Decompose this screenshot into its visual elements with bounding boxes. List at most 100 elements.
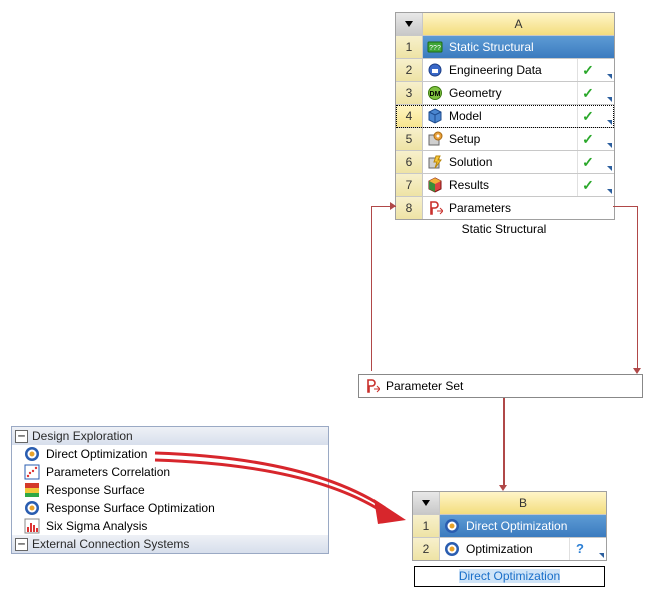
triangle-down-icon — [405, 21, 413, 27]
system-a-row-model[interactable]: 4 Model ✓ — [396, 105, 614, 128]
status-cell: ✓ — [577, 82, 598, 104]
toolbox-header-label: Design Exploration — [32, 429, 133, 443]
expand-cell[interactable] — [590, 538, 606, 560]
toolbox-item-label: Direct Optimization — [46, 447, 147, 461]
connector-line — [613, 206, 638, 207]
cell-optimization[interactable]: Optimization — [440, 538, 569, 560]
six-sigma-icon — [24, 518, 40, 534]
system-b-table: B 1 Direct Optimization 2 Optimization ? — [412, 491, 607, 561]
parameters-icon — [427, 200, 443, 216]
cell-label: Optimization — [466, 538, 533, 560]
setup-icon — [427, 131, 443, 147]
cell-solution[interactable]: Solution — [423, 151, 577, 173]
triangle-corner-icon — [599, 553, 604, 558]
status-cell: ? — [569, 538, 590, 560]
expand-cell[interactable] — [598, 174, 614, 196]
row-number: 6 — [396, 151, 423, 173]
status-cell: ✓ — [577, 105, 598, 127]
cell-geometry[interactable]: DM Geometry — [423, 82, 577, 104]
parameter-set-icon — [364, 378, 380, 394]
system-a-header-row: A — [396, 13, 614, 36]
system-b-header-row: B — [413, 492, 606, 515]
solution-icon — [427, 154, 443, 170]
cell-setup[interactable]: Setup — [423, 128, 577, 150]
toolbox-item-label: Six Sigma Analysis — [46, 519, 147, 533]
svg-text:???: ??? — [429, 45, 441, 52]
checkmark-icon: ✓ — [582, 82, 594, 104]
rename-input-text: Direct Optimization — [459, 569, 560, 583]
row-number: 4 — [396, 105, 423, 127]
drag-arrow-icon — [150, 448, 410, 528]
connector-line — [637, 206, 638, 371]
cell-engineering-data[interactable]: Engineering Data — [423, 59, 577, 81]
system-b-column-header: B — [440, 492, 606, 514]
row-number: 1 — [413, 515, 440, 537]
direct-optimization-icon — [24, 446, 40, 462]
system-a-row-results[interactable]: 7 Results ✓ — [396, 174, 614, 197]
checkmark-icon: ✓ — [582, 174, 594, 196]
checkmark-icon: ✓ — [582, 151, 594, 173]
geometry-icon: DM — [427, 85, 443, 101]
parameters-correlation-icon — [24, 464, 40, 480]
row-number: 2 — [396, 59, 423, 81]
status-cell: ✓ — [577, 59, 598, 81]
cell-results[interactable]: Results — [423, 174, 577, 196]
row-number: 8 — [396, 197, 423, 219]
arrow-right-icon — [390, 202, 396, 210]
status-cell: ✓ — [577, 174, 598, 196]
system-a-row-setup[interactable]: 5 Setup ✓ — [396, 128, 614, 151]
static-structural-icon: ??? — [427, 39, 443, 55]
expand-cell[interactable] — [598, 82, 614, 104]
connector-line — [371, 206, 372, 371]
toolbox-header-design-exploration[interactable]: − Design Exploration — [12, 427, 328, 445]
expand-cell[interactable] — [598, 59, 614, 81]
cell-label: Setup — [449, 128, 480, 150]
cell-static-structural[interactable]: ??? Static Structural — [423, 36, 614, 58]
triangle-down-icon — [422, 500, 430, 506]
response-surface-optimization-icon — [24, 500, 40, 516]
row-number: 3 — [396, 82, 423, 104]
results-icon — [427, 177, 443, 193]
cell-model[interactable]: Model — [423, 105, 577, 127]
system-a-row-geometry[interactable]: 3 DM Geometry ✓ — [396, 82, 614, 105]
svg-text:DM: DM — [430, 91, 441, 98]
system-b-row-optimization[interactable]: 2 Optimization ? — [413, 538, 606, 560]
system-a-header-handle[interactable] — [396, 13, 423, 35]
toolbox-header-external-connection[interactable]: − External Connection Systems — [12, 535, 328, 553]
expand-cell[interactable] — [598, 151, 614, 173]
system-b-row-direct-optimization[interactable]: 1 Direct Optimization — [413, 515, 606, 538]
triangle-corner-icon — [607, 74, 612, 79]
system-a-row-parameters[interactable]: 8 Parameters — [396, 197, 614, 219]
triangle-corner-icon — [607, 143, 612, 148]
status-cell: ✓ — [577, 128, 598, 150]
cell-direct-optimization[interactable]: Direct Optimization — [440, 515, 606, 537]
system-b-header-handle[interactable] — [413, 492, 440, 514]
response-surface-icon — [24, 482, 40, 498]
engineering-data-icon — [427, 62, 443, 78]
triangle-corner-icon — [607, 97, 612, 102]
toolbox-item-label: Response Surface — [46, 483, 145, 497]
checkmark-icon: ✓ — [582, 128, 594, 150]
expand-cell[interactable] — [598, 105, 614, 127]
system-a-row-solution[interactable]: 6 Solution ✓ — [396, 151, 614, 174]
collapse-button[interactable]: − — [15, 538, 28, 551]
system-a-row-engineering-data[interactable]: 2 Engineering Data ✓ — [396, 59, 614, 82]
expand-cell[interactable] — [598, 128, 614, 150]
cell-parameters[interactable]: Parameters — [423, 197, 614, 219]
question-icon: ? — [576, 538, 584, 560]
parameter-set-box[interactable]: Parameter Set — [358, 374, 643, 398]
collapse-button[interactable]: − — [15, 430, 28, 443]
triangle-corner-icon — [607, 166, 612, 171]
model-icon — [427, 108, 443, 124]
parameter-set-label: Parameter Set — [386, 379, 463, 393]
cell-label: Parameters — [449, 197, 511, 219]
system-a-row-static-structural[interactable]: 1 ??? Static Structural — [396, 36, 614, 59]
toolbox-header-label: External Connection Systems — [32, 537, 189, 551]
row-number: 7 — [396, 174, 423, 196]
row-number: 2 — [413, 538, 440, 560]
triangle-corner-icon — [607, 189, 612, 194]
system-b-rename-input[interactable]: Direct Optimization — [414, 566, 605, 587]
cell-label: Results — [449, 174, 489, 196]
checkmark-icon: ✓ — [582, 105, 594, 127]
row-number: 1 — [396, 36, 423, 58]
